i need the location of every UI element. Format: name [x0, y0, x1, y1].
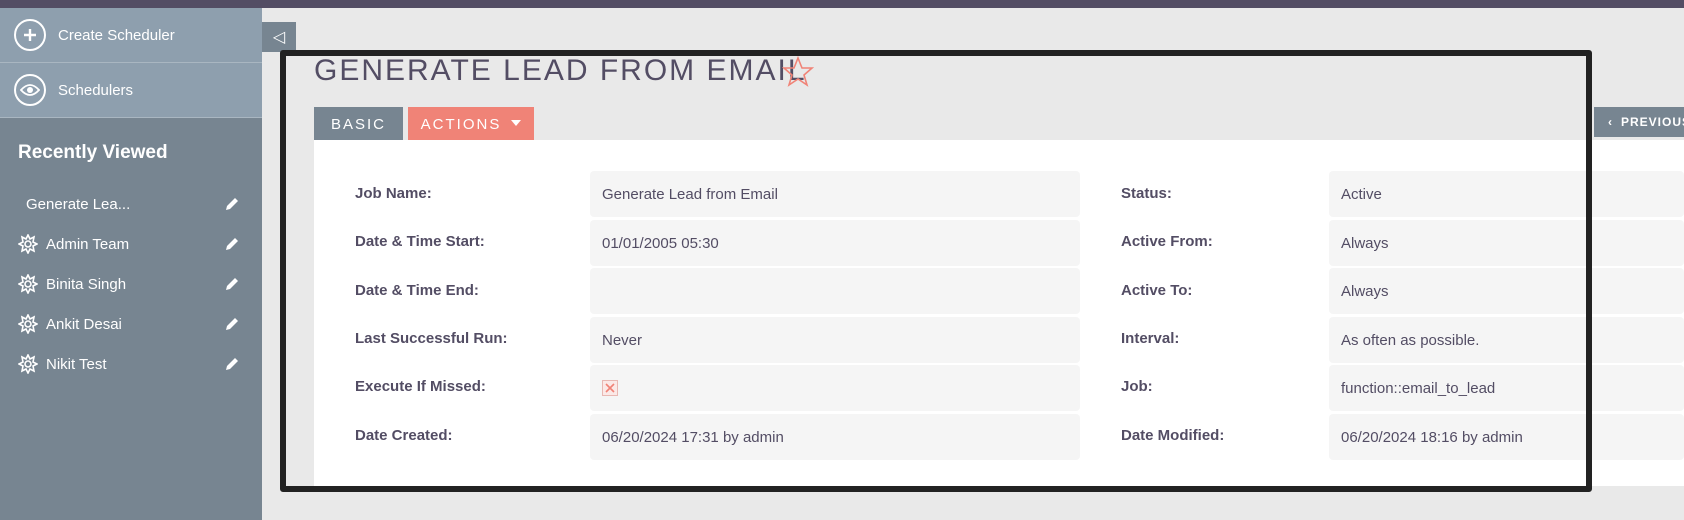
recent-item[interactable]: Nikit Test	[0, 344, 262, 384]
execute-if-missed-label: Execute If Missed:	[355, 378, 486, 395]
unchecked-checkbox-icon	[602, 380, 618, 396]
date-created-value: 06/20/2024 17:31 by admin	[590, 414, 1080, 460]
execute-if-missed-value	[590, 365, 1080, 411]
date-time-end-value	[590, 268, 1080, 314]
actions-dropdown-button[interactable]: ACTIONS	[408, 107, 534, 141]
gear-icon	[18, 314, 38, 334]
plus-icon	[14, 19, 46, 51]
date-time-end-label: Date & Time End:	[355, 282, 479, 299]
gear-icon	[18, 354, 38, 374]
interval-value: As often as possible.	[1329, 317, 1684, 363]
recent-item-label: Ankit Desai	[46, 315, 122, 333]
active-from-value: Always	[1329, 220, 1684, 266]
recent-item[interactable]: Admin Team	[0, 224, 262, 264]
sidebar-toggle-button[interactable]: ◁	[262, 22, 296, 52]
chevron-left-icon: ‹	[1608, 115, 1613, 129]
pencil-icon[interactable]	[223, 355, 241, 373]
previous-button[interactable]: ‹ PREVIOUS	[1594, 107, 1684, 137]
job-label: Job:	[1121, 378, 1153, 395]
pencil-icon[interactable]	[223, 235, 241, 253]
recent-item-label: Generate Lea...	[26, 195, 131, 213]
pencil-icon[interactable]	[223, 195, 241, 213]
date-time-start-value: 01/01/2005 05:30	[590, 220, 1080, 266]
schedulers-label: Schedulers	[58, 81, 134, 99]
recent-item[interactable]: Generate Lea...	[0, 184, 262, 224]
interval-label: Interval:	[1121, 330, 1180, 347]
sidebar: Create Scheduler Schedulers Recently Vie…	[0, 8, 262, 520]
job-value: function::email_to_lead	[1329, 365, 1684, 411]
favorite-star-icon[interactable]	[782, 56, 814, 88]
pencil-icon[interactable]	[223, 315, 241, 333]
date-modified-label: Date Modified:	[1121, 427, 1225, 444]
recent-item-label: Nikit Test	[46, 355, 107, 373]
actions-label: ACTIONS	[420, 115, 502, 133]
status-label: Status:	[1121, 185, 1172, 202]
active-to-value: Always	[1329, 268, 1684, 314]
status-value: Active	[1329, 171, 1684, 217]
pencil-icon[interactable]	[223, 275, 241, 293]
date-created-label: Date Created:	[355, 427, 453, 444]
gear-icon	[18, 274, 38, 294]
page-title: GENERATE LEAD FROM EMAIL	[314, 54, 807, 87]
job-name-label: Job Name:	[355, 185, 432, 202]
active-to-label: Active To:	[1121, 282, 1193, 299]
date-time-start-label: Date & Time Start:	[355, 233, 485, 250]
caret-down-icon	[511, 120, 522, 126]
active-from-label: Active From:	[1121, 233, 1213, 250]
gear-icon	[18, 234, 38, 254]
eye-icon	[14, 74, 46, 106]
top-bar	[0, 0, 1684, 8]
create-scheduler-label: Create Scheduler	[58, 26, 175, 44]
date-modified-value: 06/20/2024 18:16 by admin	[1329, 414, 1684, 460]
last-successful-run-label: Last Successful Run:	[355, 330, 508, 347]
tab-basic[interactable]: BASIC	[314, 107, 403, 141]
recent-item[interactable]: Binita Singh	[0, 264, 262, 304]
recently-viewed-heading: Recently Viewed	[18, 142, 168, 163]
last-successful-run-value: Never	[590, 317, 1080, 363]
job-name-value: Generate Lead from Email	[590, 171, 1080, 217]
previous-label: PREVIOUS	[1621, 115, 1684, 129]
recent-item-label: Binita Singh	[46, 275, 127, 293]
create-scheduler-button[interactable]: Create Scheduler	[0, 8, 262, 63]
recent-item[interactable]: Ankit Desai	[0, 304, 262, 344]
schedulers-button[interactable]: Schedulers	[0, 63, 262, 118]
recent-item-label: Admin Team	[46, 235, 130, 253]
